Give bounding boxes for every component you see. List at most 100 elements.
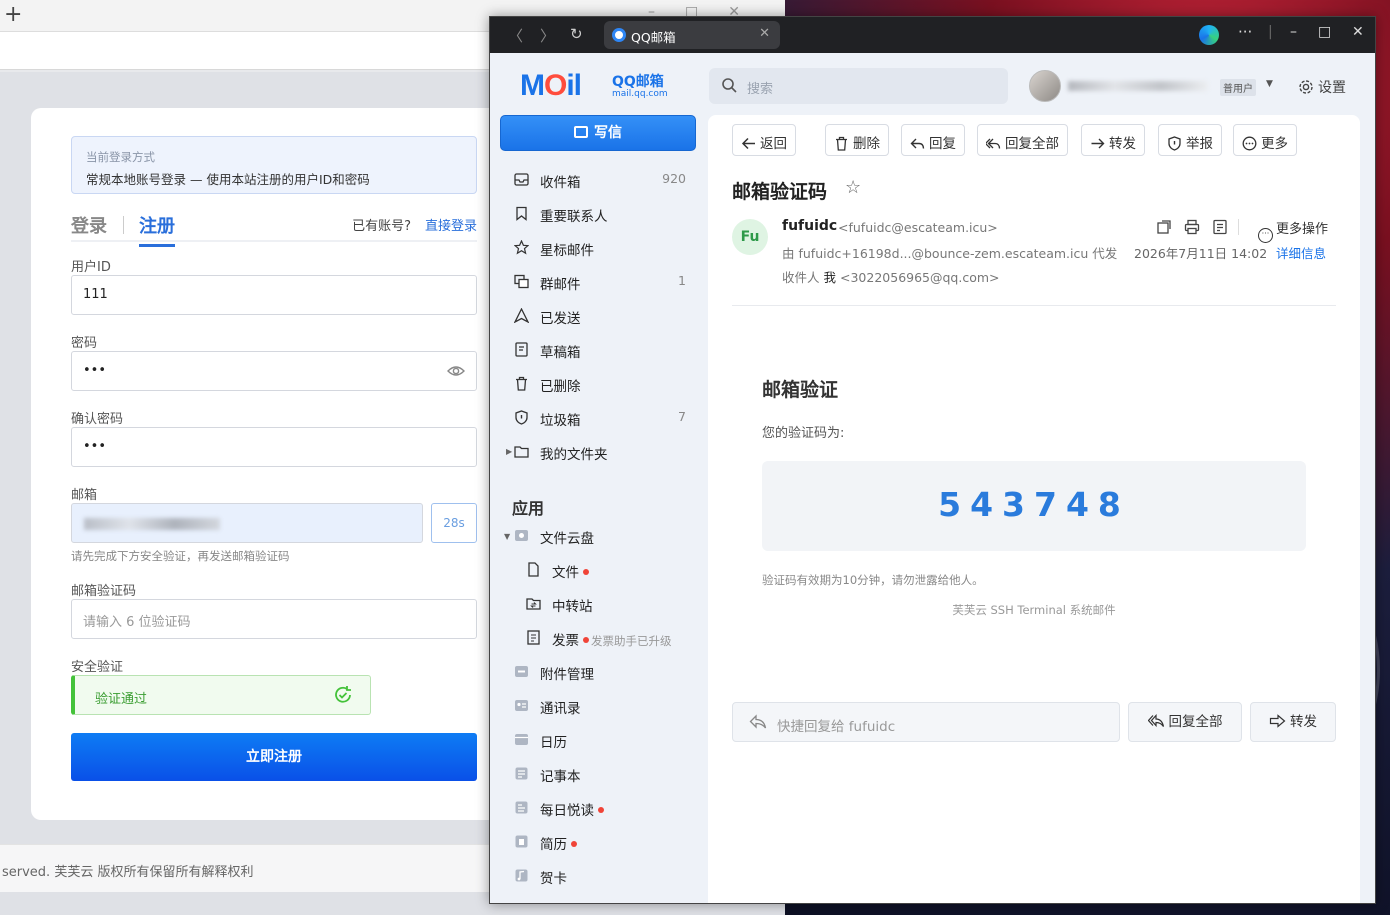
tab-register[interactable]: 注册 xyxy=(139,212,175,247)
detail-info-link[interactable]: 详细信息 xyxy=(1276,243,1326,262)
bottom-reply-all-button[interactable]: 回复全部 xyxy=(1128,702,1242,742)
edge-icon[interactable] xyxy=(1199,25,1219,45)
reply-button[interactable]: 回复 xyxy=(901,124,965,156)
open-new-window-icon[interactable] xyxy=(1156,219,1172,235)
register-submit-button[interactable]: 立即注册 xyxy=(71,733,477,781)
sidebar-item-label: 已发送 xyxy=(540,311,581,327)
sidebar-item-my-folders[interactable]: 我的文件夹 xyxy=(510,440,690,464)
sidebar-item-cloud-drive[interactable]: 文件云盘 xyxy=(510,524,690,548)
invoice-upgrade-note: 发票助手已升级 xyxy=(591,634,672,648)
print-icon[interactable] xyxy=(1184,219,1200,235)
sidebar-item-invoice[interactable]: 发票 发票助手已升级 xyxy=(522,626,712,650)
userid-label: 用户ID xyxy=(71,260,111,275)
browser-tab-qqmail[interactable]: QQ邮箱 ✕ xyxy=(604,21,780,49)
reload-icon[interactable]: ↻ xyxy=(570,25,583,43)
close-tab-icon[interactable]: ✕ xyxy=(759,26,770,41)
mail-header: MOil QQ邮箱 mail.qq.com 搜索 普用户 ▼ 设置 xyxy=(490,53,1375,113)
eye-icon[interactable] xyxy=(446,361,466,381)
captcha-verified-box[interactable]: 验证通过 xyxy=(71,675,371,715)
password-input[interactable]: ••• xyxy=(71,351,477,391)
star-icon[interactable]: ☆ xyxy=(845,177,861,198)
confirm-password-label: 确认密码 xyxy=(71,412,124,427)
email-input[interactable] xyxy=(71,503,423,543)
new-tab-icon[interactable]: + xyxy=(4,2,22,27)
sidebar-item-label: 文件 xyxy=(552,561,589,581)
userid-input[interactable]: 111 xyxy=(71,275,477,315)
compose-button[interactable]: 写信 xyxy=(500,115,696,151)
sidebar-item-sent[interactable]: 已发送 xyxy=(510,304,690,328)
sidebar-item-spam[interactable]: 垃圾箱 7 xyxy=(510,406,690,430)
close-window-icon[interactable]: ✕ xyxy=(1352,24,1364,40)
star-icon xyxy=(514,240,529,255)
sidebar-item-contacts[interactable]: 通讯录 xyxy=(510,694,690,718)
settings-label: 设置 xyxy=(1318,80,1346,96)
sidebar-item-daily-reading[interactable]: 每日悦读 xyxy=(510,796,690,820)
more-label: 更多 xyxy=(1261,136,1288,152)
sender-avatar[interactable]: Fu xyxy=(732,219,768,255)
greeting-card-icon xyxy=(515,869,528,882)
browser-titlebar: 〈 〉 ↻ QQ邮箱 ✕ ··· | – □ ✕ xyxy=(490,17,1375,53)
sidebar-item-resume[interactable]: 简历 xyxy=(510,830,690,854)
quick-reply-input[interactable]: 快捷回复给 fufuidc xyxy=(732,702,1120,742)
email-code-label: 邮箱验证码 xyxy=(71,584,137,599)
send-code-countdown-button[interactable]: 28s xyxy=(431,503,477,543)
back-button[interactable]: 返回 xyxy=(732,124,796,156)
compose-icon xyxy=(574,126,588,138)
sidebar-item-starred[interactable]: 星标邮件 xyxy=(510,236,690,260)
sidebar-item-label: 已删除 xyxy=(540,379,581,395)
verification-code-box: 543748 xyxy=(762,461,1306,551)
qqmail-logo[interactable]: MOil QQ邮箱 mail.qq.com xyxy=(520,69,668,103)
group-mail-icon xyxy=(514,274,529,289)
username-redacted[interactable] xyxy=(1068,81,1208,91)
maximize-icon[interactable]: □ xyxy=(1318,24,1331,40)
sidebar-item-files[interactable]: 文件 xyxy=(522,558,702,582)
resume-icon xyxy=(515,835,528,848)
minimize-icon[interactable]: – xyxy=(1290,24,1297,40)
forward-nav-icon[interactable]: 〉 xyxy=(540,25,555,46)
mail-reading-pane: 返回 删除 回复 回复全部 转发 举报 更多 邮箱验证码 ☆ Fu fufuid… xyxy=(708,115,1360,903)
mail-signature: 芙芙云 SSH Terminal 系统邮件 xyxy=(952,603,1116,617)
more-actions-button[interactable]: ··· 更多操作 xyxy=(1258,218,1328,243)
calendar-icon xyxy=(515,734,528,745)
reply-all-button[interactable]: 回复全部 xyxy=(977,124,1068,156)
search-input[interactable]: 搜索 xyxy=(709,68,1008,104)
sidebar-item-attachments[interactable]: 附件管理 xyxy=(510,660,690,684)
sidebar-item-important-contacts[interactable]: 重要联系人 xyxy=(510,202,690,226)
report-button[interactable]: 举报 xyxy=(1158,124,1222,156)
more-menu-icon[interactable]: ··· xyxy=(1238,23,1252,41)
sidebar-item-inbox[interactable]: 收件箱 920 xyxy=(510,168,690,192)
note-icon[interactable] xyxy=(1212,219,1228,235)
avatar[interactable] xyxy=(1029,70,1061,102)
sidebar-item-drafts[interactable]: 草稿箱 xyxy=(510,338,690,362)
folder-icon xyxy=(514,446,529,458)
titlebar-divider: | xyxy=(1268,24,1273,40)
back-nav-icon[interactable]: 〈 xyxy=(508,25,523,46)
recipient-me: 我 xyxy=(823,270,837,285)
sidebar-item-transfer-station[interactable]: 中转站 xyxy=(522,592,702,616)
sidebar-item-label: 我的文件夹 xyxy=(540,447,608,463)
delete-button[interactable]: 删除 xyxy=(825,124,889,156)
sidebar-item-calendar[interactable]: 日历 xyxy=(510,728,690,752)
sidebar-item-label: 通讯录 xyxy=(540,701,581,717)
more-button[interactable]: 更多 xyxy=(1233,124,1297,156)
verification-code[interactable]: 543748 xyxy=(762,485,1306,524)
login-mode-desc: 常规本地账号登录 — 使用本站注册的用户ID和密码 xyxy=(86,172,370,187)
settings-button[interactable]: 设置 xyxy=(1298,77,1346,97)
sidebar-item-deleted[interactable]: 已删除 xyxy=(510,372,690,396)
direct-login-link[interactable]: 直接登录 xyxy=(425,215,477,234)
sidebar-item-greeting-card[interactable]: 贺卡 xyxy=(510,864,690,888)
forward-button[interactable]: 转发 xyxy=(1081,124,1145,156)
sidebar-item-group-mail[interactable]: 群邮件 1 xyxy=(510,270,690,294)
sidebar-item-label: 发票 发票助手已升级 xyxy=(552,633,672,649)
forward-icon xyxy=(1091,138,1105,149)
confirm-password-input[interactable]: ••• xyxy=(71,427,477,467)
email-code-input[interactable]: 请输入 6 位验证码 xyxy=(71,599,477,639)
contacts-icon xyxy=(515,700,528,711)
sidebar-item-notepad[interactable]: 记事本 xyxy=(510,762,690,786)
bottom-forward-button[interactable]: 转发 xyxy=(1250,702,1336,742)
tab-login[interactable]: 登录 xyxy=(71,212,107,238)
sender-name[interactable]: fufuidc xyxy=(782,218,837,234)
body-title: 邮箱验证 xyxy=(762,379,839,401)
chevron-down-icon[interactable]: ▼ xyxy=(1266,79,1273,89)
delete-label: 删除 xyxy=(853,136,880,152)
